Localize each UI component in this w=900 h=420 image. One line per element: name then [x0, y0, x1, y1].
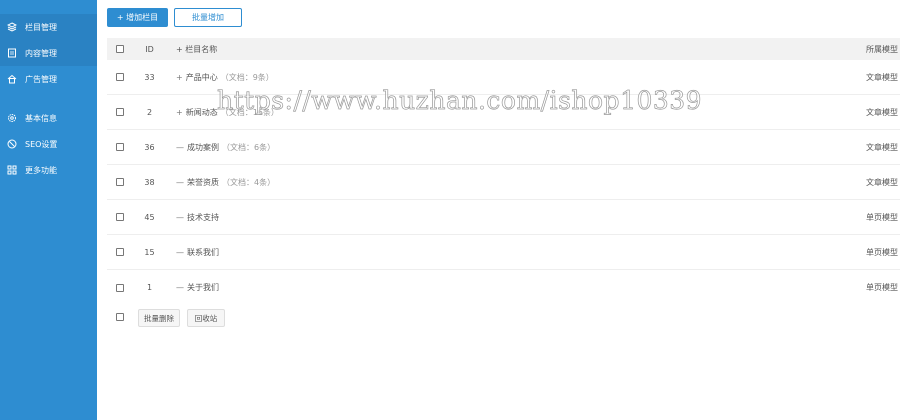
layers-icon	[7, 22, 17, 32]
row-checkbox[interactable]	[116, 283, 124, 292]
row-checkbox[interactable]	[116, 108, 124, 116]
column-name[interactable]: 成功案例	[187, 142, 219, 153]
footer-select-all-checkbox[interactable]	[116, 313, 124, 321]
compass-icon	[7, 139, 17, 149]
row-id: 15	[144, 247, 155, 257]
row-id: 36	[144, 142, 155, 152]
doc-count: （文档：9条）	[220, 72, 274, 82]
sidebar: 栏目管理 内容管理 广告管理 基本信息 SEO设置 更多功能	[0, 0, 97, 420]
doc-count: （文档：16条）	[220, 107, 279, 117]
table-row[interactable]: 15 — 联系我们 单页模型	[107, 235, 900, 270]
table-row[interactable]: 38 — 荣誉资质 （文档：4条） 文章模型	[107, 165, 900, 200]
column-name[interactable]: 技术支持	[187, 212, 219, 223]
column-name[interactable]: 新闻动态	[186, 107, 218, 118]
collapse-toggle[interactable]: —	[176, 143, 184, 152]
doc-count: （文档：4条）	[222, 177, 276, 187]
batch-delete-button[interactable]: 批量删除	[138, 309, 180, 327]
doc-count: （文档：6条）	[222, 142, 276, 152]
batch-add-button[interactable]: 批量增加	[174, 8, 242, 27]
grid-icon	[7, 165, 17, 175]
collapse-toggle[interactable]: —	[176, 248, 184, 257]
collapse-toggle[interactable]: —	[176, 283, 184, 292]
sidebar-item-label: 栏目管理	[25, 22, 57, 32]
table-row[interactable]: 45 — 技术支持 单页模型	[107, 200, 900, 235]
sidebar-item-label: 内容管理	[25, 48, 57, 58]
sidebar-item-label: 广告管理	[25, 74, 57, 84]
table-row[interactable]: 36 — 成功案例 （文档：6条） 文章模型	[107, 130, 900, 165]
sidebar-item-more-functions[interactable]: 更多功能	[0, 157, 97, 183]
row-model: 单页模型	[866, 283, 898, 292]
select-all-checkbox[interactable]	[116, 45, 124, 53]
row-checkbox[interactable]	[116, 178, 124, 186]
table-row[interactable]: 2 + 新闻动态 （文档：16条） 文章模型	[107, 95, 900, 130]
add-column-button[interactable]: + 增加栏目	[107, 8, 168, 27]
row-id: 45	[144, 212, 155, 222]
table-row[interactable]: 1 — 关于我们 单页模型	[107, 270, 900, 305]
row-id: 1	[146, 283, 153, 292]
row-id: 2	[146, 107, 153, 117]
row-checkbox[interactable]	[116, 73, 124, 81]
recycle-bin-button[interactable]: 回收站	[187, 309, 225, 327]
row-model: 单页模型	[866, 212, 898, 222]
row-model: 文章模型	[866, 107, 898, 117]
expand-toggle[interactable]: +	[176, 73, 183, 82]
row-checkbox[interactable]	[116, 213, 124, 221]
row-model: 单页模型	[866, 247, 898, 257]
header-model: 所属模型	[866, 44, 898, 54]
expand-toggle[interactable]: +	[176, 108, 183, 117]
row-checkbox[interactable]	[116, 143, 124, 151]
home-icon	[7, 74, 17, 84]
row-model: 文章模型	[866, 177, 898, 187]
collapse-toggle[interactable]: —	[176, 178, 184, 187]
column-name[interactable]: 关于我们	[187, 282, 219, 293]
table-row[interactable]: 33 + 产品中心 （文档：9条） 文章模型	[107, 60, 900, 95]
header-name: + 栏目名称	[176, 44, 218, 54]
sidebar-item-column-management[interactable]: 栏目管理	[0, 14, 97, 40]
sidebar-item-content-management[interactable]: 内容管理	[0, 40, 97, 66]
header-id: ID	[145, 44, 154, 54]
sidebar-item-basic-info[interactable]: 基本信息	[0, 105, 97, 131]
row-model: 文章模型	[866, 72, 898, 82]
sidebar-item-label: 更多功能	[25, 165, 57, 175]
document-icon	[8, 48, 16, 58]
sidebar-item-ad-management[interactable]: 广告管理	[0, 66, 97, 92]
row-model: 文章模型	[866, 142, 898, 152]
column-name[interactable]: 联系我们	[187, 247, 219, 258]
row-id: 33	[144, 72, 155, 82]
row-id: 38	[144, 177, 155, 187]
row-checkbox[interactable]	[116, 248, 124, 256]
table-header: ID + 栏目名称 所属模型	[107, 38, 900, 60]
sidebar-item-label: SEO设置	[25, 139, 58, 149]
collapse-toggle[interactable]: —	[176, 213, 184, 222]
sidebar-item-label: 基本信息	[25, 113, 57, 123]
main-content: + 增加栏目 批量增加 ID + 栏目名称 所属模型 33 + 产品中心 （文档：9…	[97, 0, 900, 420]
column-name[interactable]: 荣誉资质	[187, 177, 219, 188]
column-name[interactable]: 产品中心	[186, 72, 218, 83]
gear-icon	[8, 114, 16, 122]
sidebar-item-seo-settings[interactable]: SEO设置	[0, 131, 97, 157]
